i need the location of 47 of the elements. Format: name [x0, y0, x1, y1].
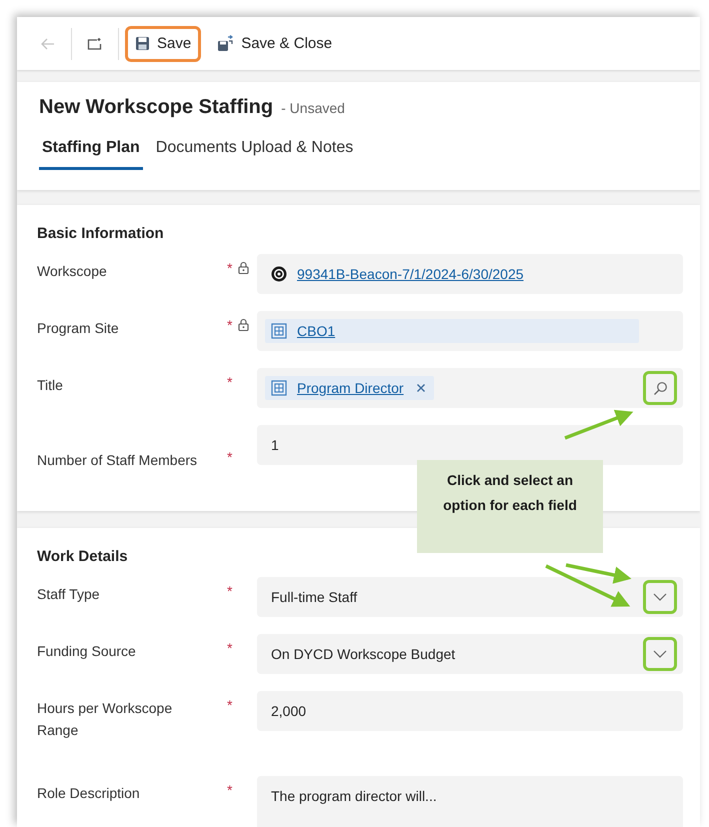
field-label: Title [37, 376, 64, 395]
field-label: Role Description [37, 784, 141, 803]
save-and-close-button[interactable]: Save & Close [207, 26, 342, 62]
chevron-down-icon [653, 650, 667, 658]
target-icon [271, 266, 287, 282]
dropdown-field[interactable]: Full-time Staff [257, 577, 683, 617]
form-title: New Workscope Staffing [39, 96, 274, 119]
required-asterisk: * [227, 697, 232, 713]
remove-icon[interactable] [416, 383, 426, 393]
required-asterisk: * [227, 260, 232, 276]
text-area[interactable]: The program director will... [257, 776, 683, 827]
input-field[interactable]: 1 [257, 425, 683, 465]
required-asterisk: * [227, 782, 232, 798]
field-label: Workscope [37, 262, 108, 281]
field-label: Program Site [37, 319, 120, 338]
search-icon [652, 380, 668, 396]
back-arrow-icon [40, 36, 56, 52]
field-label: Staff Type [37, 585, 101, 604]
search-button[interactable] [643, 371, 677, 405]
field-label: Hours per Workscope Range [37, 699, 174, 740]
field-label: Number of Staff Members [37, 451, 198, 470]
save-close-icon [217, 35, 234, 52]
dropdown-field[interactable]: On DYCD Workscope Budget [257, 634, 683, 674]
section-title: Basic Information [37, 225, 165, 242]
form-tab[interactable]: Documents Upload & Notes [152, 135, 356, 170]
annotation-callout: Click and select an option for each field [417, 460, 603, 553]
required-asterisk: * [227, 449, 232, 465]
required-asterisk: * [227, 583, 232, 599]
lookup-field[interactable]: 99341B-Beacon-7/1/2024-6/30/2025 [257, 254, 683, 294]
form-tab[interactable]: Staffing Plan [39, 135, 143, 170]
record-icon [271, 323, 287, 339]
save-button[interactable]: Save [125, 26, 202, 62]
window-icon [87, 36, 103, 50]
required-asterisk: * [227, 640, 232, 656]
required-asterisk: * [227, 317, 232, 333]
lookup-field[interactable]: CBO1 [257, 311, 683, 351]
field-label: Funding Source [37, 642, 137, 661]
required-asterisk: * [227, 374, 232, 390]
annotation-arrow [564, 410, 634, 440]
chevron-down-icon [653, 593, 667, 601]
input-field[interactable]: 2,000 [257, 691, 683, 731]
lookup-field[interactable]: Program Director [257, 368, 683, 408]
save-status: - Unsaved [281, 100, 345, 116]
lookup-link[interactable]: 99341B-Beacon-7/1/2024-6/30/2025 [297, 266, 524, 282]
section-title: Work Details [37, 548, 129, 565]
record-icon [271, 380, 287, 396]
lookup-link[interactable]: CBO1 [297, 323, 336, 339]
